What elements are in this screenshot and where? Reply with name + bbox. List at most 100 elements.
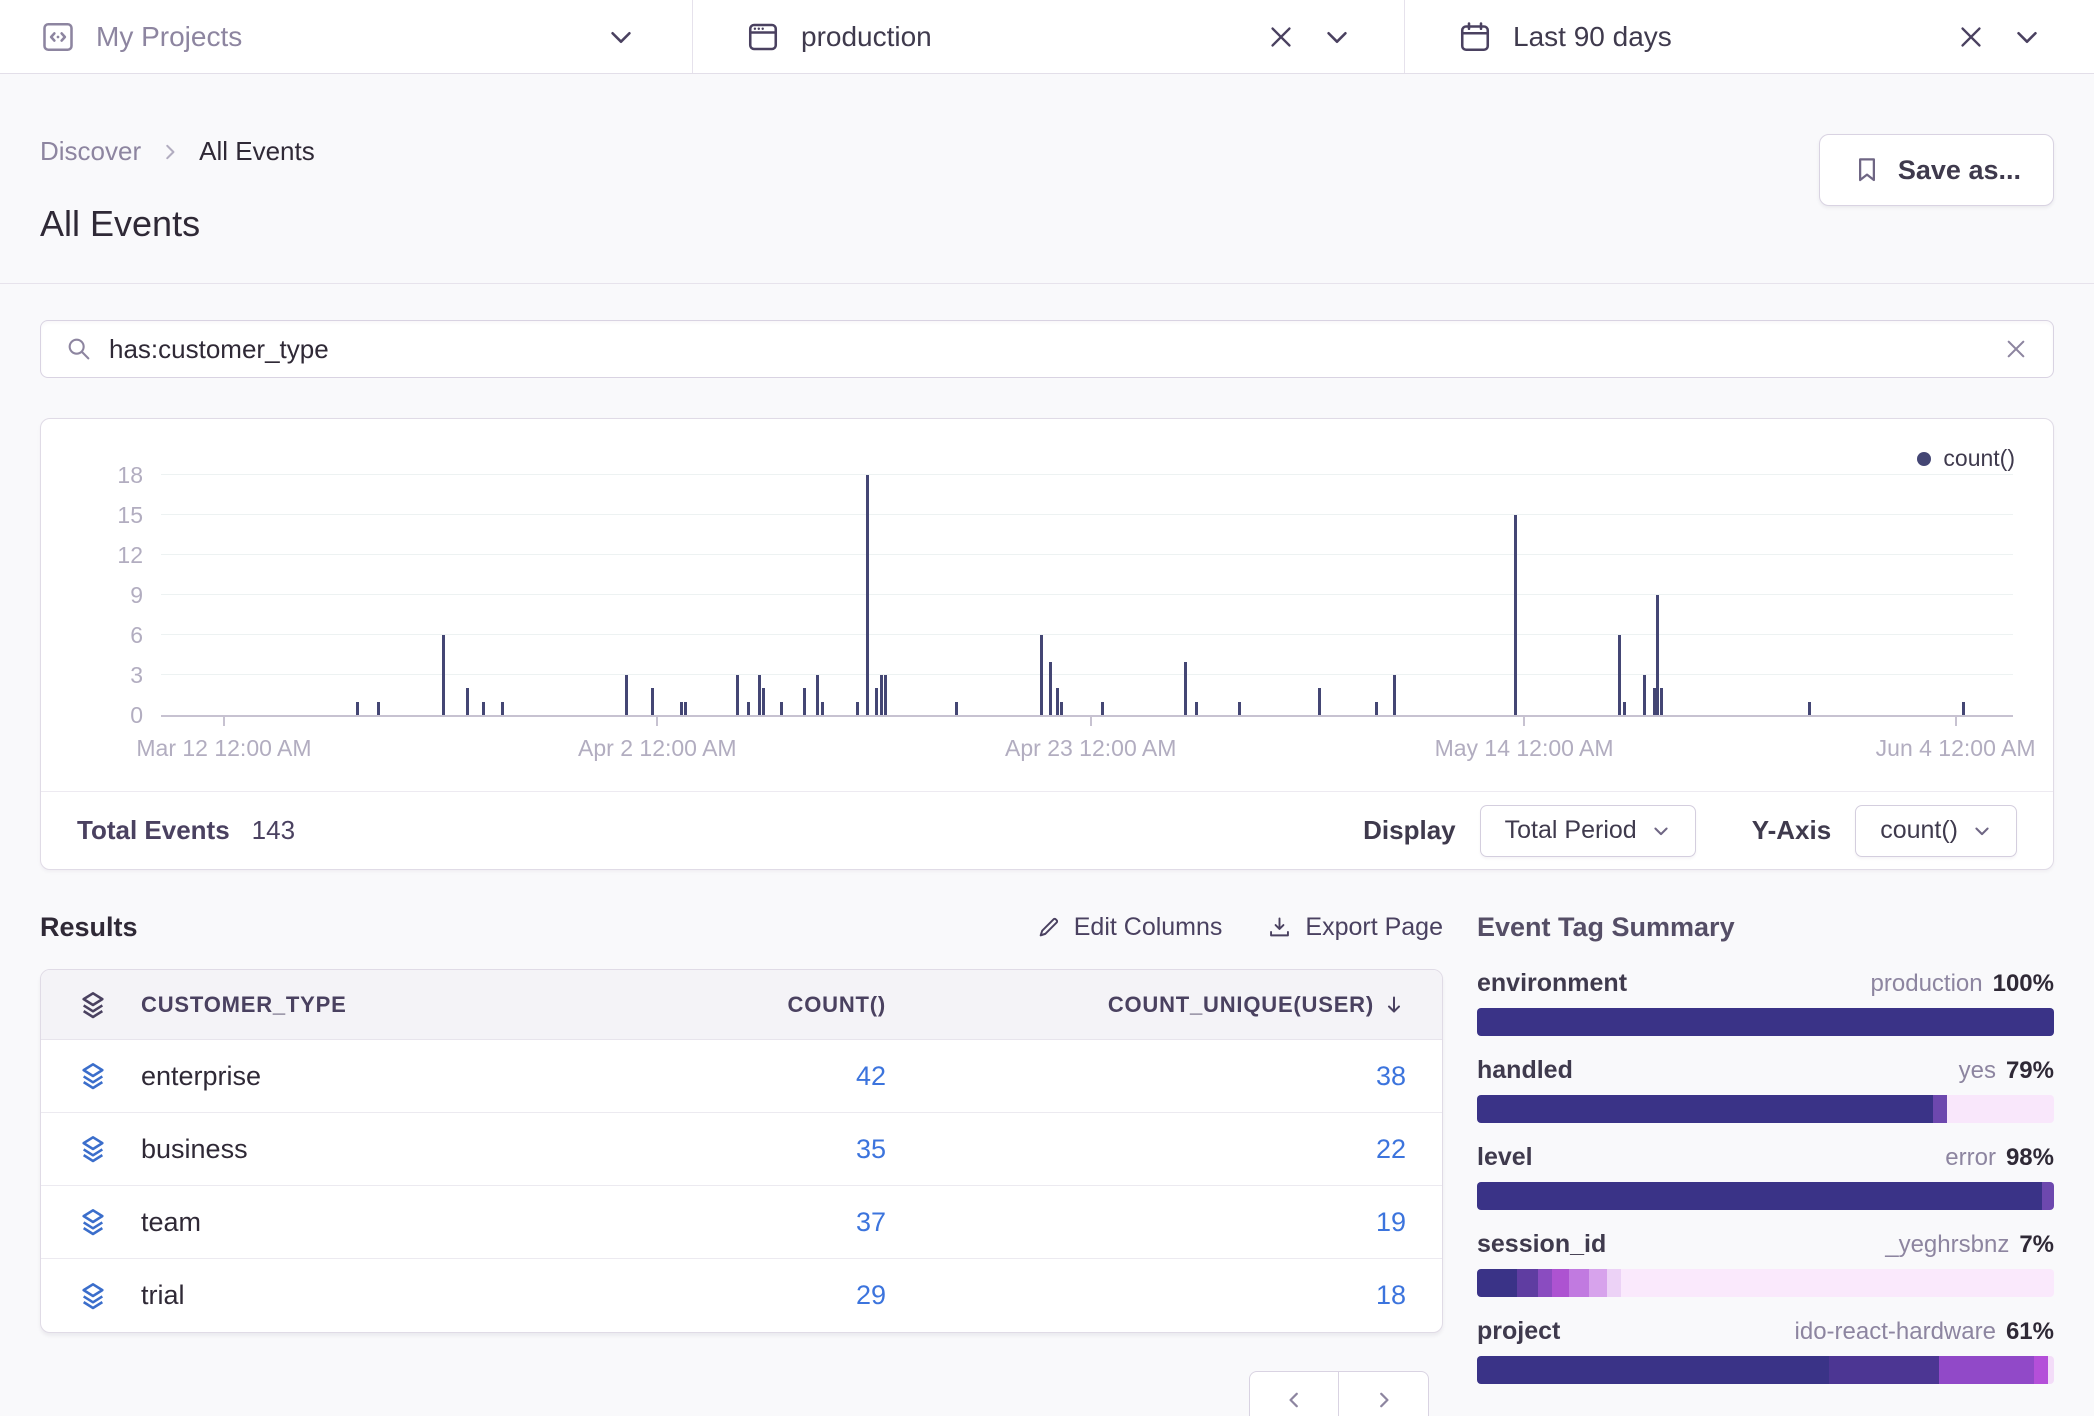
chart-bar[interactable] [780, 702, 783, 715]
chart-bar[interactable] [1375, 702, 1378, 715]
chart-bar[interactable] [466, 688, 469, 715]
date-range-filter[interactable]: Last 90 days [1404, 0, 2094, 73]
tag-bar-segment[interactable] [1947, 1095, 2054, 1123]
tag-bar-segment[interactable] [1939, 1356, 2034, 1384]
yaxis-select[interactable]: count() [1855, 805, 2017, 857]
chart-bar[interactable] [1962, 702, 1965, 715]
search-input[interactable]: has:customer_type [109, 334, 2003, 365]
chart-bar[interactable] [1060, 702, 1063, 715]
chart-bar[interactable] [866, 475, 869, 715]
tag-bar-segment[interactable] [1607, 1269, 1621, 1297]
chart-bar[interactable] [1238, 702, 1241, 715]
chevron-down-icon[interactable] [1322, 22, 1352, 52]
tag-bar-segment[interactable] [1621, 1269, 2054, 1297]
chart-bar[interactable] [356, 702, 359, 715]
chart-bar[interactable] [856, 702, 859, 715]
count-unique-link[interactable]: 22 [1376, 1134, 1406, 1164]
chart-bar[interactable] [1618, 635, 1621, 715]
column-count[interactable]: COUNT() [606, 992, 886, 1018]
chart-bar[interactable] [1514, 515, 1517, 715]
chart-bar[interactable] [736, 675, 739, 715]
chart-bar[interactable] [1643, 675, 1646, 715]
tag-bar-segment[interactable] [1477, 1269, 1517, 1297]
tag-distribution-bar[interactable] [1477, 1095, 2054, 1123]
chart-plot[interactable]: 0369121518 [161, 477, 2013, 717]
next-page-button[interactable] [1339, 1371, 1429, 1416]
display-select[interactable]: Total Period [1480, 805, 1696, 857]
chart-bar[interactable] [803, 688, 806, 715]
clear-environment-icon[interactable] [1266, 22, 1296, 52]
chart-bar[interactable] [1195, 702, 1198, 715]
chart-bar[interactable] [747, 702, 750, 715]
tag-bar-segment[interactable] [2048, 1356, 2054, 1384]
chart-bar[interactable] [816, 675, 819, 715]
project-filter[interactable]: My Projects [0, 0, 692, 73]
chart-bar[interactable] [482, 702, 485, 715]
tag-bar-segment[interactable] [1517, 1269, 1537, 1297]
chart-bar[interactable] [1040, 635, 1043, 715]
chart-bar[interactable] [1393, 675, 1396, 715]
chart-bar[interactable] [377, 702, 380, 715]
column-count-unique-user[interactable]: COUNT_UNIQUE(USER) [886, 992, 1406, 1018]
tag-bar-segment[interactable] [1569, 1269, 1589, 1297]
chart-bar[interactable] [1049, 662, 1052, 715]
count-link[interactable]: 29 [856, 1280, 886, 1310]
tag-distribution-bar[interactable] [1477, 1356, 2054, 1384]
tag-bar-segment[interactable] [1538, 1269, 1552, 1297]
chart-bar[interactable] [880, 675, 883, 715]
chart-bar[interactable] [1184, 662, 1187, 715]
previous-page-button[interactable] [1249, 1371, 1339, 1416]
tag-bar-segment[interactable] [1552, 1269, 1569, 1297]
tag-bar-segment[interactable] [2042, 1182, 2054, 1210]
edit-columns-button[interactable]: Edit Columns [1035, 913, 1223, 942]
chart-bar[interactable] [875, 688, 878, 715]
count-unique-link[interactable]: 38 [1376, 1061, 1406, 1091]
chart-bar[interactable] [955, 702, 958, 715]
chart-bar[interactable] [684, 702, 687, 715]
chart-bar[interactable] [442, 635, 445, 715]
clear-date-icon[interactable] [1956, 22, 1986, 52]
chart-bar[interactable] [625, 675, 628, 715]
tag-distribution-bar[interactable] [1477, 1008, 2054, 1036]
chart-bar[interactable] [884, 675, 887, 715]
environment-filter[interactable]: production [692, 0, 1404, 73]
search-bar[interactable]: has:customer_type [40, 320, 2054, 378]
chart-bar[interactable] [1056, 688, 1059, 715]
chart-bar[interactable] [1660, 688, 1663, 715]
chevron-down-icon[interactable] [2012, 22, 2042, 52]
breadcrumb-discover[interactable]: Discover [40, 136, 141, 167]
chart-bar[interactable] [762, 688, 765, 715]
tag-distribution-bar[interactable] [1477, 1269, 2054, 1297]
chart-bar[interactable] [651, 688, 654, 715]
chart-bar[interactable] [821, 702, 824, 715]
results-table: CUSTOMER_TYPE COUNT() COUNT_UNIQUE(USER)… [40, 969, 1443, 1333]
chart-bar[interactable] [1653, 688, 1656, 715]
chart-bar[interactable] [758, 675, 761, 715]
count-link[interactable]: 35 [856, 1134, 886, 1164]
tag-bar-segment[interactable] [1589, 1269, 1606, 1297]
chart-bar[interactable] [1808, 702, 1811, 715]
tag-bar-segment[interactable] [2034, 1356, 2048, 1384]
tag-bar-segment[interactable] [1933, 1095, 1947, 1123]
count-unique-link[interactable]: 19 [1376, 1207, 1406, 1237]
chart-bar[interactable] [501, 702, 504, 715]
tag-bar-segment[interactable] [1829, 1356, 1939, 1384]
column-customer-type[interactable]: CUSTOMER_TYPE [141, 992, 606, 1018]
chevron-down-icon[interactable] [606, 22, 636, 52]
count-link[interactable]: 37 [856, 1207, 886, 1237]
tag-bar-segment[interactable] [1477, 1356, 1829, 1384]
save-as-button[interactable]: Save as... [1819, 134, 2054, 206]
chart-bar[interactable] [1318, 688, 1321, 715]
count-unique-link[interactable]: 18 [1376, 1280, 1406, 1310]
tag-bar-segment[interactable] [1477, 1095, 1933, 1123]
tag-distribution-bar[interactable] [1477, 1182, 2054, 1210]
tag-bar-segment[interactable] [1477, 1182, 2042, 1210]
tag-bar-segment[interactable] [1477, 1008, 2054, 1036]
chart-bar[interactable] [1623, 702, 1626, 715]
export-page-button[interactable]: Export Page [1266, 913, 1443, 942]
count-link[interactable]: 42 [856, 1061, 886, 1091]
clear-search-icon[interactable] [2003, 336, 2029, 362]
chart-bar[interactable] [1656, 595, 1659, 715]
chart-bar[interactable] [1101, 702, 1104, 715]
chart-bar[interactable] [680, 702, 683, 715]
